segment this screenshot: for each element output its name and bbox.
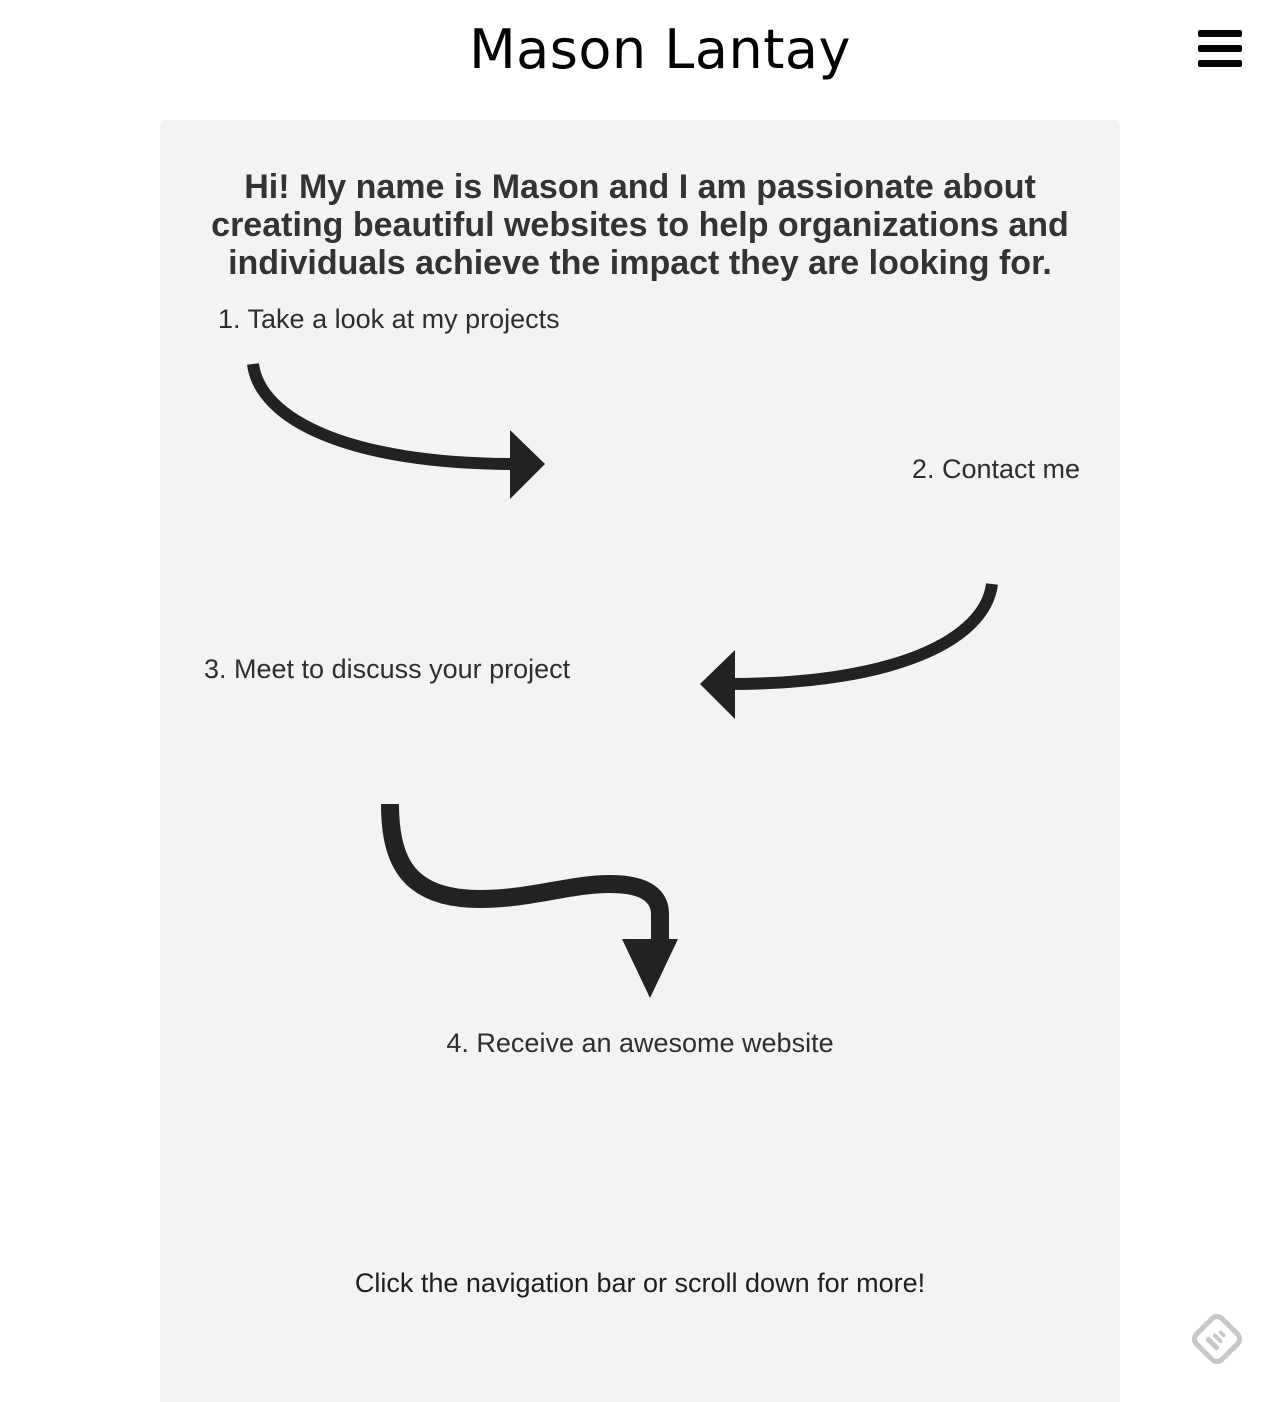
step-1-label: 1. Take a look at my projects xyxy=(218,304,560,334)
site-title[interactable]: Mason Lantay xyxy=(0,18,1280,81)
feedly-icon[interactable] xyxy=(1190,1312,1244,1366)
cta-text: Click the navigation bar or scroll down … xyxy=(354,1268,926,1298)
s-curve-down-arrow-icon xyxy=(381,803,678,998)
step-2-label: 2. Contact me xyxy=(911,454,1080,484)
step-4-label: 4. Receive an awesome website xyxy=(446,1028,834,1058)
hero-card: Hi! My name is Mason and I am passionate… xyxy=(160,120,1120,1402)
curved-right-arrow-icon xyxy=(247,362,545,499)
menu-bar-top xyxy=(1198,30,1242,37)
menu-bar-middle xyxy=(1198,45,1242,52)
step-3-label: 3. Meet to discuss your project xyxy=(204,654,571,684)
page: Mason Lantay Hi! My name is Mason and I … xyxy=(0,0,1280,1402)
menu-bar-bottom xyxy=(1198,60,1242,67)
curved-left-arrow-icon xyxy=(700,582,998,719)
hamburger-menu-icon[interactable] xyxy=(1198,30,1242,68)
intro-text: Hi! My name is Mason and I am passionate… xyxy=(211,168,1069,282)
